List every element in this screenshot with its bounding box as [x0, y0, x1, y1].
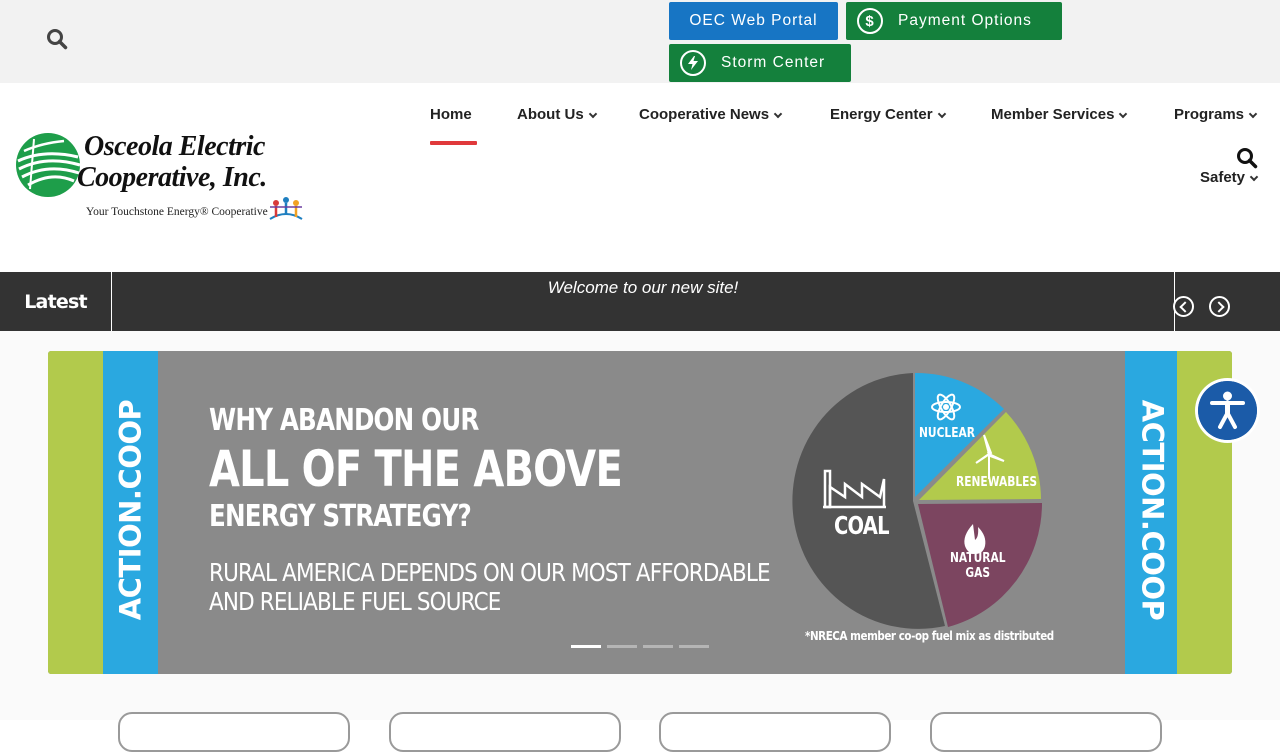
- chevron-down-icon: [1248, 109, 1258, 118]
- slide-headline-2: ALL OF THE ABOVE: [209, 440, 623, 498]
- nav-home-label: Home: [430, 106, 472, 123]
- slider-dot[interactable]: [571, 645, 601, 648]
- logo-name-line1: Osceola Electric: [84, 131, 265, 162]
- slide-side-text-right: ACTION.COOP: [1135, 399, 1170, 621]
- nav-about-us[interactable]: About Us: [517, 106, 597, 123]
- nav-programs[interactable]: Programs: [1174, 106, 1258, 123]
- nav-cooperative-news[interactable]: Cooperative News: [639, 106, 783, 123]
- slide-footnote: *NRECA member co-op fuel mix as distribu…: [805, 629, 1054, 643]
- logo-name-line2: Cooperative, Inc.: [77, 162, 267, 193]
- search-icon[interactable]: [46, 28, 68, 50]
- nav-about-us-label: About Us: [517, 106, 584, 123]
- nav-member-services[interactable]: Member Services: [991, 106, 1128, 123]
- slider-pagination: [571, 645, 709, 648]
- logo-wordmark: Osceola Electric Cooperative, Inc.: [77, 131, 267, 193]
- nav-energy-center[interactable]: Energy Center: [830, 106, 946, 123]
- chevron-down-icon: [588, 109, 597, 118]
- storm-center-button[interactable]: Storm Center: [669, 44, 851, 82]
- chevron-down-icon: [1119, 109, 1128, 118]
- pie-label-renewables: RENEWABLES: [956, 475, 1038, 490]
- chevron-down-icon: [773, 109, 783, 118]
- slider-dot[interactable]: [643, 645, 673, 648]
- nav-member-services-label: Member Services: [991, 106, 1115, 123]
- ticker-headline[interactable]: Welcome to our new site!: [112, 278, 1174, 298]
- logo[interactable]: Osceola Electric Cooperative, Inc. Your …: [14, 129, 314, 229]
- slider-dot[interactable]: [607, 645, 637, 648]
- slider-dot[interactable]: [679, 645, 709, 648]
- ticker-prev-icon[interactable]: [1173, 296, 1194, 317]
- pie-label-coal: COAL: [834, 511, 890, 540]
- nav-energy-center-label: Energy Center: [830, 106, 933, 123]
- slide-side-text-left: ACTION.COOP: [113, 399, 148, 621]
- nav-cooperative-news-label: Cooperative News: [639, 106, 770, 123]
- search-icon[interactable]: [1236, 147, 1258, 169]
- web-portal-button[interactable]: OEC Web Portal: [669, 2, 838, 40]
- nav-home[interactable]: Home: [430, 106, 472, 123]
- payment-options-label: Payment Options: [898, 12, 1032, 29]
- accessibility-button[interactable]: [1195, 378, 1260, 443]
- pie-label-natural: NATURAL: [950, 551, 1006, 566]
- pie-label-gas: GAS: [965, 566, 991, 581]
- nav-programs-label: Programs: [1174, 106, 1245, 123]
- touchstone-energy-icon: [269, 197, 303, 220]
- slide-headline-1: WHY ABANDON OUR: [209, 403, 479, 438]
- slide-subline-2: AND RELIABLE FUEL SOURCE: [209, 587, 501, 616]
- slide-headline-3: ENERGY STRATEGY?: [209, 499, 472, 534]
- quick-link-card[interactable]: [659, 712, 891, 752]
- chevron-down-icon: [1249, 172, 1259, 181]
- lightning-circle-icon: [680, 50, 706, 76]
- storm-center-label: Storm Center: [721, 54, 826, 71]
- fuel-mix-pie: [792, 372, 1043, 629]
- quick-link-card[interactable]: [118, 712, 350, 752]
- logo-tagline: Your Touchstone Energy® Cooperative: [86, 206, 268, 218]
- logo-globe-icon: [16, 133, 81, 197]
- ticker-label: Latest: [0, 272, 112, 331]
- nav-safety[interactable]: Safety: [1200, 169, 1259, 186]
- news-ticker: Latest Welcome to our new site!: [0, 272, 1280, 331]
- ticker-next-icon[interactable]: [1209, 296, 1230, 317]
- top-utility-bar: OEC Web Portal $ Payment Options Storm C…: [0, 0, 1280, 83]
- quick-link-card[interactable]: [389, 712, 621, 752]
- slide-stripe-left-green: [48, 351, 103, 674]
- accessibility-person-icon: [1198, 381, 1257, 440]
- chevron-down-icon: [937, 109, 946, 118]
- web-portal-label: OEC Web Portal: [689, 12, 818, 29]
- dollar-circle-icon: $: [857, 8, 883, 34]
- payment-options-button[interactable]: $ Payment Options: [846, 2, 1062, 40]
- nav-safety-label: Safety: [1200, 169, 1246, 186]
- pie-label-nuclear: NUCLEAR: [919, 426, 975, 441]
- nav-active-indicator: [430, 141, 477, 145]
- hero-slider[interactable]: ACTION.COOP ACTION.COOP WHY ABANDON OUR …: [48, 351, 1232, 674]
- pie-label-natural-gas: NATURAL GAS: [950, 551, 1006, 581]
- slide-subline-1: RURAL AMERICA DEPENDS ON OUR MOST AFFORD…: [209, 558, 771, 587]
- site-header: Osceola Electric Cooperative, Inc. Your …: [0, 83, 1280, 272]
- quick-link-card[interactable]: [930, 712, 1162, 752]
